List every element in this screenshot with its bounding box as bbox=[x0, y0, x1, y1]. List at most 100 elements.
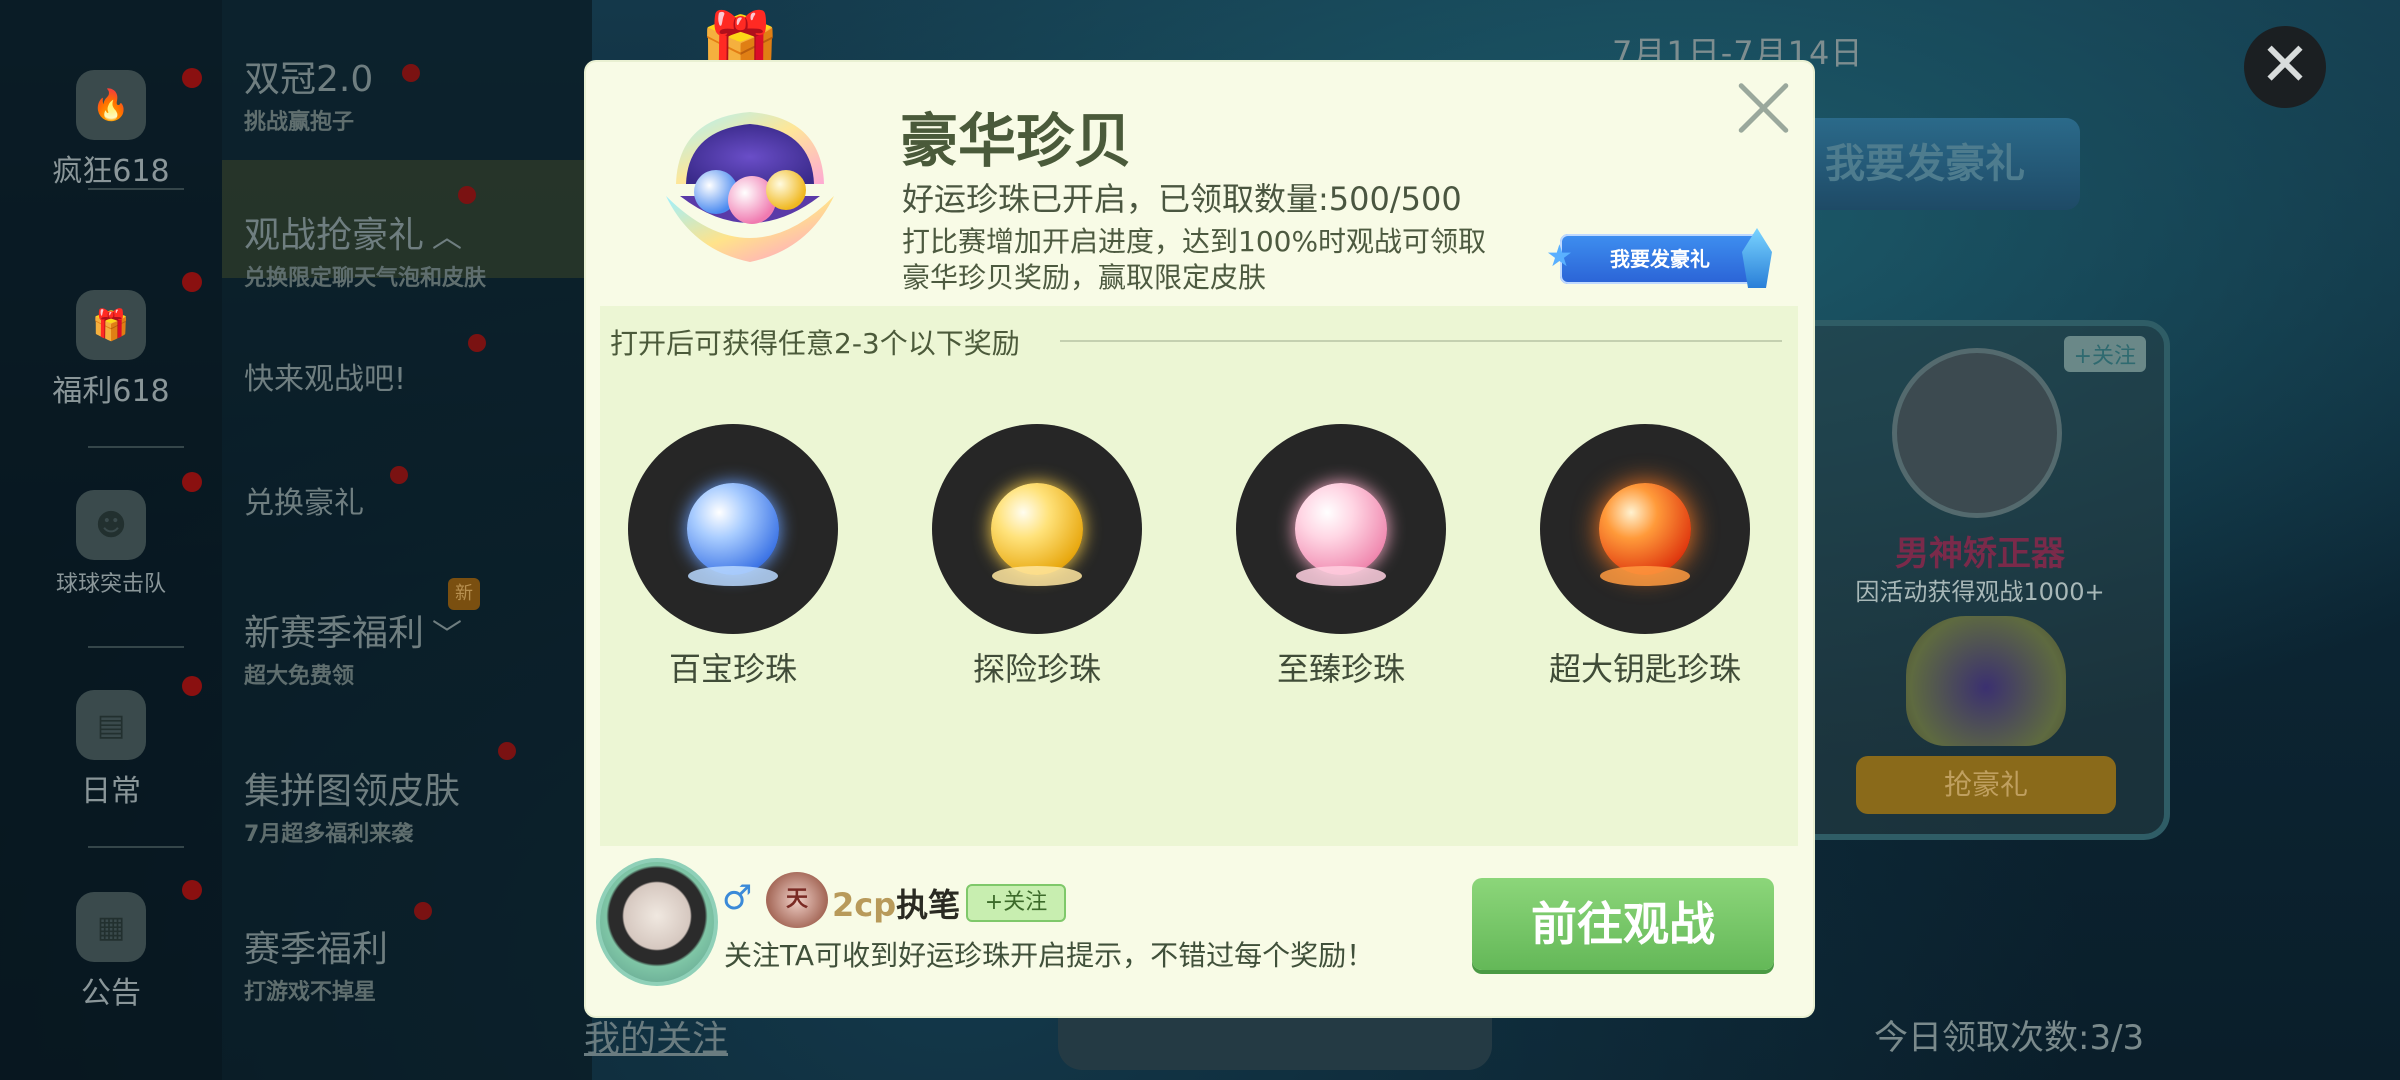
sub-menu: 双冠2.0 挑战赢抱子 观战抢豪礼 ︿ 兑换限定聊天气泡和皮肤 快来观战吧! 兑换… bbox=[222, 0, 592, 1080]
bg-send-gift-button[interactable]: 我要发豪礼 bbox=[1770, 118, 2080, 210]
left-rail: 🔥 疯狂618 🎁 福利618 ☻ 球球突击队 ▤ 日常 ▦ 公告 bbox=[0, 0, 222, 1080]
name-main: 执笔 bbox=[896, 886, 961, 924]
rank-badge: 天 bbox=[766, 872, 828, 928]
pink-pearl-icon bbox=[1295, 483, 1387, 575]
flame-618-icon: 🔥 bbox=[76, 70, 146, 140]
notification-dot bbox=[182, 68, 202, 88]
streamer-subtitle: 因活动获得观战1000+ bbox=[1855, 578, 2105, 606]
chevron-down-icon: ﹀ bbox=[432, 618, 463, 653]
sub-item-redeem-gifts[interactable]: 兑换豪礼 bbox=[244, 478, 584, 522]
rail-item-crazy618[interactable]: 🔥 疯狂618 bbox=[0, 70, 222, 190]
pearl-stand bbox=[1296, 566, 1386, 586]
rail-item-notice[interactable]: ▦ 公告 bbox=[0, 892, 222, 1012]
sub-item-subtitle: 7月超多福利来袭 bbox=[244, 822, 414, 847]
description-text: 打比赛增加开启进度，达到100%时观战可领取豪华珍贝奖励，赢取限定皮肤 bbox=[902, 225, 1487, 294]
close-icon[interactable]: ✕ bbox=[2244, 26, 2326, 108]
reward-circle bbox=[932, 424, 1142, 634]
sub-item-title: 观战抢豪礼 bbox=[244, 215, 425, 256]
reward-circle bbox=[1540, 424, 1750, 634]
sub-item-subtitle: 超大免费领 bbox=[244, 664, 355, 689]
rail-item-welfare618[interactable]: 🎁 福利618 bbox=[0, 290, 222, 410]
gift-618-icon: 🎁 bbox=[76, 290, 146, 360]
send-gift-button[interactable]: ★ 我要发豪礼 bbox=[1546, 228, 1772, 288]
sub-item-puzzle-skin[interactable]: 集拼图领皮肤 7月超多福利来袭 bbox=[244, 762, 584, 848]
sub-item-subtitle: 兑换限定聊天气泡和皮肤 bbox=[244, 266, 487, 291]
go-watch-button[interactable]: 前往观战 bbox=[1472, 878, 1774, 970]
reward-name: 探险珍珠 bbox=[972, 650, 1101, 688]
sub-item-subtitle: 打游戏不掉星 bbox=[244, 980, 377, 1005]
sub-item-title: 兑换豪礼 bbox=[244, 486, 364, 521]
reward-circle bbox=[628, 424, 838, 634]
sub-item-new-season[interactable]: 新赛季福利 ﹀ 超大免费领 bbox=[244, 604, 584, 690]
sub-item-season-welfare[interactable]: 赛季福利 打游戏不掉星 bbox=[244, 920, 584, 1006]
rail-label: 公告 bbox=[81, 976, 141, 1011]
pearl-stand bbox=[1600, 566, 1690, 586]
rail-label: 福利618 bbox=[52, 374, 170, 409]
chevron-up-icon: ︿ bbox=[432, 220, 463, 255]
star-icon: ★ bbox=[1546, 239, 1573, 274]
send-gift-label: 我要发豪礼 bbox=[1610, 247, 1710, 271]
follow-button[interactable]: +关注 bbox=[2063, 336, 2146, 372]
pearl-shell-icon bbox=[666, 112, 834, 262]
divider bbox=[88, 188, 184, 190]
bg-bottom-button[interactable] bbox=[1058, 1010, 1492, 1070]
sub-item-title: 赛季福利 bbox=[244, 929, 389, 970]
sub-item-title: 集拼图领皮肤 bbox=[244, 771, 461, 812]
notice-icon: ▦ bbox=[76, 892, 146, 962]
sub-item-come-watch[interactable]: 快来观战吧! bbox=[244, 354, 584, 398]
blue-pearl-icon bbox=[687, 483, 779, 575]
streamer-name: 男神矫正器 bbox=[1895, 534, 2065, 574]
close-icon[interactable] bbox=[1734, 78, 1792, 136]
gold-pearl-icon bbox=[991, 483, 1083, 575]
reward-item[interactable]: 探险珍珠 bbox=[932, 424, 1142, 690]
streamer-name: 2cp执笔 bbox=[832, 880, 960, 926]
divider bbox=[88, 846, 184, 848]
right-streamer-panel: +关注 男神矫正器 因活动获得观战1000+ 抢豪礼 bbox=[1790, 320, 2170, 840]
shell-icon bbox=[1906, 616, 2066, 746]
notification-dot bbox=[468, 334, 486, 352]
sub-item-double-crown[interactable]: 双冠2.0 挑战赢抱子 bbox=[244, 50, 584, 136]
follow-button[interactable]: +关注 bbox=[966, 884, 1066, 922]
notification-dot bbox=[498, 742, 516, 760]
sub-item-watch-gifts[interactable]: 观战抢豪礼 ︿ 兑换限定聊天气泡和皮肤 bbox=[244, 206, 584, 292]
follow-tip: 关注TA可收到好运珍珠开启提示，不错过每个奖励！ bbox=[724, 939, 1375, 972]
new-badge: 新 bbox=[448, 578, 480, 610]
reward-name: 至臻珍珠 bbox=[1276, 650, 1405, 688]
fire-pearl-icon bbox=[1599, 483, 1691, 575]
reward-circle bbox=[1236, 424, 1446, 634]
sub-item-subtitle: 挑战赢抱子 bbox=[244, 110, 355, 135]
notification-dot bbox=[182, 676, 202, 696]
divider bbox=[88, 646, 184, 648]
rail-label: 疯狂618 bbox=[52, 154, 170, 189]
sub-item-title: 快来观战吧! bbox=[244, 362, 407, 397]
rail-label: 日常 bbox=[81, 774, 141, 809]
reward-item[interactable]: 超大钥匙珍珠 bbox=[1540, 424, 1750, 690]
rail-item-squad[interactable]: ☻ 球球突击队 bbox=[0, 490, 222, 598]
grab-gift-button[interactable]: 抢豪礼 bbox=[1856, 756, 2116, 814]
reward-item[interactable]: 至臻珍珠 bbox=[1236, 424, 1446, 690]
rail-item-daily[interactable]: ▤ 日常 bbox=[0, 690, 222, 810]
notification-dot bbox=[182, 472, 202, 492]
streamer-avatar[interactable] bbox=[596, 858, 718, 986]
notification-dot bbox=[402, 64, 420, 82]
sub-item-title: 新赛季福利 bbox=[244, 613, 425, 654]
avatar[interactable] bbox=[1892, 348, 2062, 518]
reward-name: 百宝珍珠 bbox=[668, 650, 797, 688]
dialog-title: 豪华珍贝 bbox=[900, 107, 1133, 175]
status-text: 好运珍珠已开启，已领取数量:500/500 bbox=[902, 180, 1462, 218]
rewards-header: 打开后可获得任意2-3个以下奖励 bbox=[610, 327, 1020, 360]
daily-claim-count: 今日领取次数:3/3 bbox=[1874, 1018, 2145, 1058]
notification-dot bbox=[390, 466, 408, 484]
name-prefix: 2cp bbox=[832, 886, 897, 924]
notification-dot bbox=[182, 880, 202, 900]
rail-label: 球球突击队 bbox=[55, 572, 166, 597]
notification-dot bbox=[182, 272, 202, 292]
my-follows-link[interactable]: 我的关注 bbox=[584, 1010, 728, 1062]
reward-name: 超大钥匙珍珠 bbox=[1548, 650, 1741, 688]
calendar-icon: ▤ bbox=[76, 690, 146, 760]
squad-icon: ☻ bbox=[76, 490, 146, 560]
pearl-stand bbox=[688, 566, 778, 586]
pearl-stand bbox=[992, 566, 1082, 586]
reward-item[interactable]: 百宝珍珠 bbox=[628, 424, 838, 690]
divider bbox=[88, 446, 184, 448]
